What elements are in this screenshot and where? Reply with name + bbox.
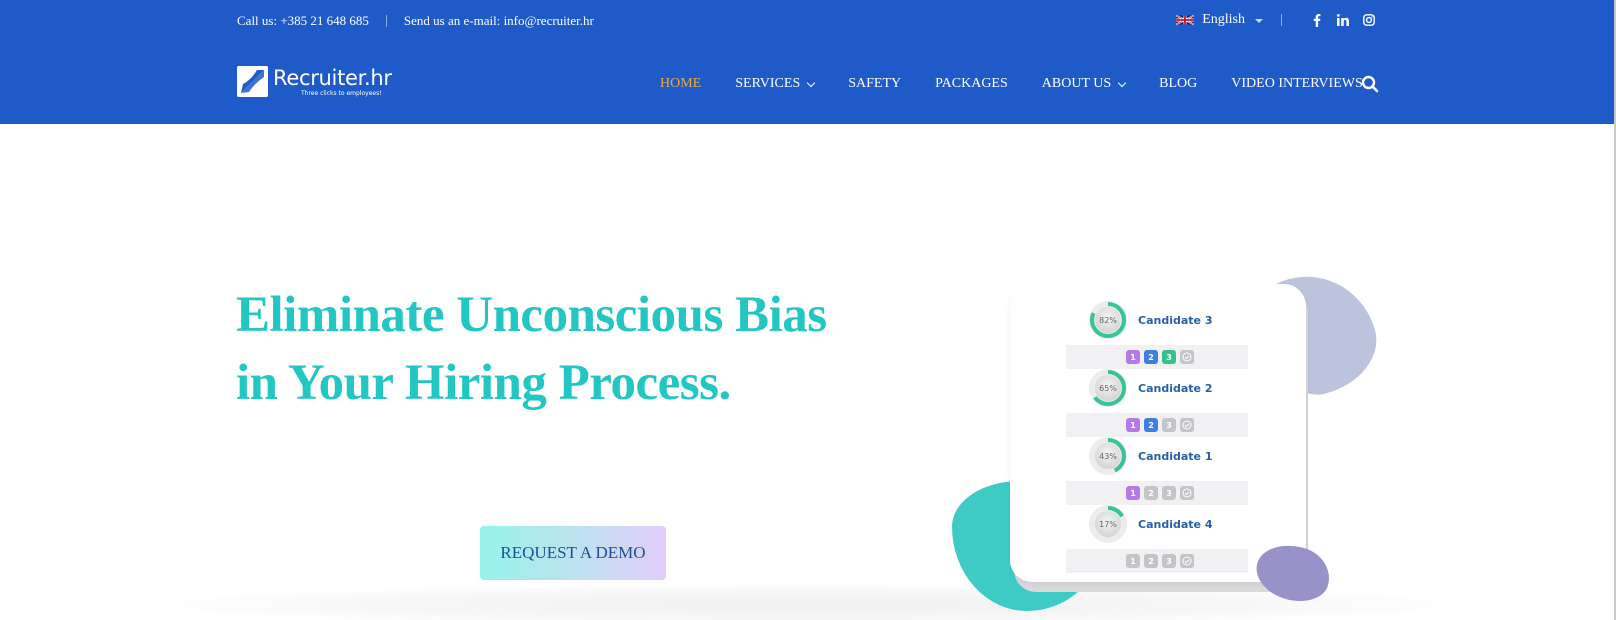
step-badge: 1	[1126, 486, 1140, 500]
phone-link[interactable]: Call us: +385 21 648 685	[237, 13, 369, 29]
candidate-name: Candidate 2	[1138, 381, 1213, 395]
hero-title-line-1: Eliminate Unconscious Bias	[236, 287, 827, 343]
site-logo[interactable]: Recruiter.hr Three clicks to employees!	[237, 66, 392, 97]
request-demo-button[interactable]: REQUEST A DEMO	[480, 526, 666, 580]
divider	[1281, 14, 1282, 26]
check-circle-icon	[1180, 350, 1194, 364]
candidate-header: 82% Candidate 3	[1066, 298, 1248, 342]
step-badge: 3	[1162, 350, 1176, 364]
language-selector[interactable]: English	[1176, 12, 1263, 28]
contact-bar: Call us: +385 21 648 685 Send us an e-ma…	[237, 12, 594, 30]
brand-name: Recruiter.hr	[273, 66, 392, 90]
candidate-header: 17% Candidate 4	[1066, 502, 1248, 546]
search-icon[interactable]	[1361, 75, 1379, 93]
nav-label: PACKAGES	[935, 76, 1008, 91]
nav-item-blog[interactable]: BLOG	[1159, 76, 1197, 92]
step-tracker: 123	[1066, 549, 1248, 573]
candidate-row: 43% Candidate 1 123	[1066, 434, 1248, 505]
step-badge: 1	[1126, 350, 1140, 364]
nav-label: VIDEO INTERVIEWS	[1231, 76, 1363, 91]
nav-item-home[interactable]: HOME	[660, 76, 701, 92]
step-badge: 3	[1162, 554, 1176, 568]
score-label: 43%	[1099, 452, 1117, 461]
check-circle-icon	[1180, 418, 1194, 432]
step-badge: 3	[1162, 486, 1176, 500]
nav-label: SAFETY	[848, 76, 902, 91]
score-ring: 17%	[1089, 505, 1127, 543]
candidate-row: 17% Candidate 4 123	[1066, 502, 1248, 573]
score-label: 17%	[1099, 520, 1117, 529]
facebook-icon[interactable]	[1310, 13, 1324, 27]
candidate-name: Candidate 1	[1138, 449, 1213, 463]
chevron-down-icon	[807, 78, 816, 87]
nav-item-video-interviews[interactable]: VIDEO INTERVIEWS	[1231, 76, 1362, 92]
caret-down-icon	[1255, 19, 1263, 23]
site-header: Call us: +385 21 648 685 Send us an e-ma…	[0, 0, 1614, 124]
step-badge: 2	[1144, 418, 1158, 432]
email-link[interactable]: Send us an e-mail: info@recruiter.hr	[404, 13, 594, 29]
page: Call us: +385 21 648 685 Send us an e-ma…	[0, 0, 1616, 620]
main-nav: HOME SERVICES SAFETY PACKAGES ABOUT US B…	[660, 74, 1397, 94]
instagram-icon[interactable]	[1362, 13, 1376, 27]
language-label: English	[1202, 12, 1245, 27]
uk-flag-icon	[1176, 14, 1195, 26]
top-right-bar: English	[1176, 9, 1376, 31]
candidate-name: Candidate 4	[1138, 517, 1213, 531]
logo-icon	[237, 66, 268, 97]
candidate-row: 82% Candidate 3 123	[1066, 298, 1248, 369]
hero-title-line-2: in Your Hiring Process.	[236, 355, 731, 411]
linkedin-icon[interactable]	[1336, 13, 1350, 27]
score-label: 65%	[1099, 384, 1117, 393]
chevron-down-icon	[1117, 78, 1127, 87]
nav-item-packages[interactable]: PACKAGES	[935, 76, 1008, 92]
nav-item-about-us[interactable]: ABOUT US	[1041, 76, 1127, 92]
step-badge: 2	[1144, 554, 1158, 568]
candidate-header: 43% Candidate 1	[1066, 434, 1248, 478]
nav-label: HOME	[660, 76, 702, 91]
step-badge: 2	[1144, 350, 1158, 364]
step-badge: 2	[1144, 486, 1158, 500]
candidate-header: 65% Candidate 2	[1066, 366, 1248, 410]
candidate-name: Candidate 3	[1138, 313, 1213, 327]
score-ring: 82%	[1089, 301, 1127, 339]
score-label: 82%	[1099, 316, 1117, 325]
check-circle-icon	[1180, 486, 1194, 500]
score-ring: 43%	[1089, 437, 1127, 475]
check-circle-icon	[1180, 554, 1194, 568]
nav-label: BLOG	[1159, 76, 1198, 91]
candidate-row: 65% Candidate 2 123	[1066, 366, 1248, 437]
step-badge: 1	[1126, 418, 1140, 432]
nav-label: ABOUT US	[1041, 76, 1112, 91]
nav-item-services[interactable]: SERVICES	[735, 76, 816, 92]
nav-item-safety[interactable]: SAFETY	[848, 76, 901, 92]
brand-tagline: Three clicks to employees!	[301, 90, 382, 97]
divider	[385, 15, 387, 27]
nav-label: SERVICES	[735, 76, 801, 91]
score-ring: 65%	[1089, 369, 1127, 407]
step-badge: 3	[1162, 418, 1176, 432]
hero-title: Eliminate Unconscious Bias in Your Hirin…	[236, 281, 827, 417]
step-badge: 1	[1126, 554, 1140, 568]
